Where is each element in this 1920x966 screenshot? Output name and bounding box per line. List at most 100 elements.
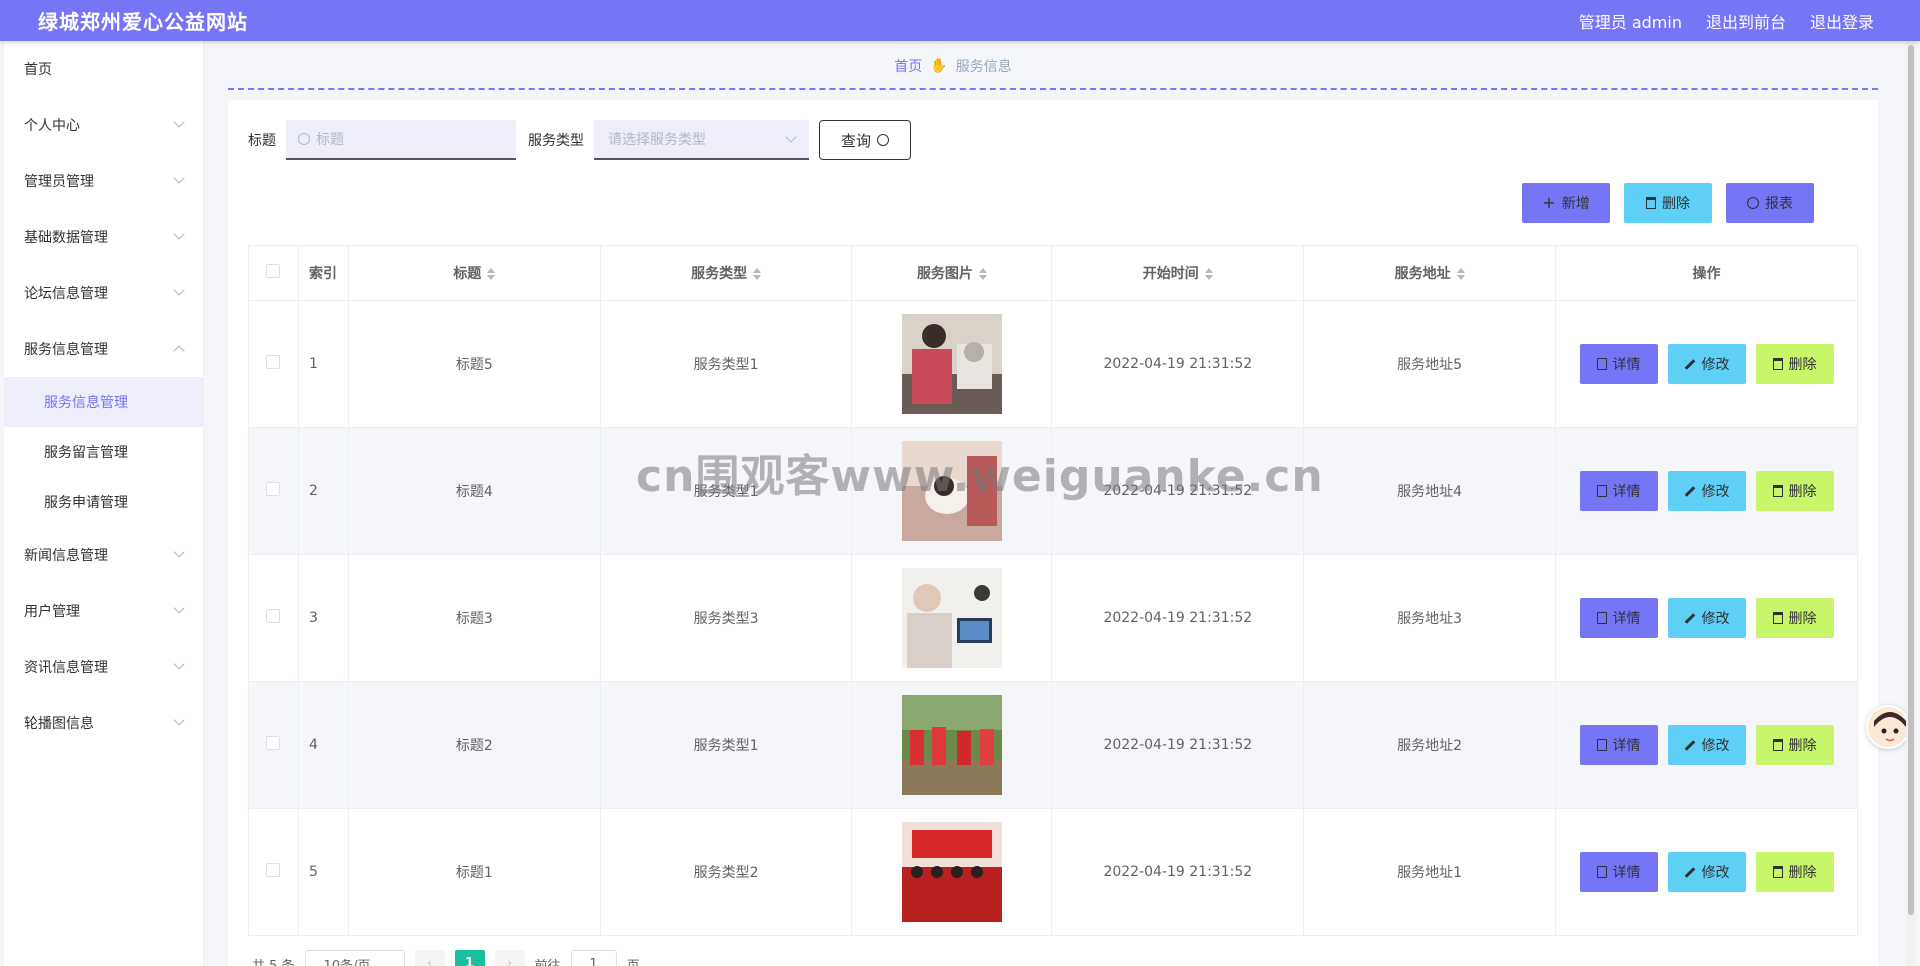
row-title: 标题2 [347,681,601,809]
sidebar-subitem-service-apply[interactable]: 服务申请管理 [4,477,203,527]
trash-icon [1772,358,1783,370]
column-header-title[interactable]: 标题 [347,245,601,301]
column-header-label: 服务类型 [691,266,748,282]
delete-button-label: 删除 [1788,865,1817,881]
edit-button[interactable]: 修改 [1667,598,1746,638]
sidebar-item-basic-data[interactable]: 基础数据管理 [4,209,203,265]
chevron-down-icon [173,228,185,240]
sidebar-item-home[interactable]: 首页 [4,41,203,97]
delete-button[interactable]: 删除 [1755,471,1834,511]
row-address: 服务地址3 [1303,554,1556,682]
edit-button-label: 修改 [1701,611,1730,627]
sidebar-item-service[interactable]: 服务信息管理 [4,321,203,377]
edit-button[interactable]: 修改 [1667,344,1746,384]
row-title: 标题4 [347,427,601,555]
sort-icon[interactable] [753,268,762,280]
sidebar-item-label: 个人中心 [24,118,80,134]
title-filter-label: 标题 [248,133,276,149]
edit-icon [1684,866,1695,878]
scrollbar-thumb[interactable] [1908,45,1914,915]
report-button[interactable]: 报表 [1726,183,1814,223]
row-type: 服务类型2 [599,808,853,936]
document-icon [1596,866,1607,878]
column-header-time[interactable]: 开始时间 [1051,245,1305,301]
row-checkbox[interactable] [266,355,281,369]
page-size-select[interactable]: 10条/页 [304,950,405,966]
row-time: 2022-04-19 21:31:52 [1051,808,1305,936]
sidebar-item-label: 论坛信息管理 [24,286,108,302]
trash-icon [1646,197,1656,209]
row-checkbox[interactable] [266,609,281,623]
sort-icon[interactable] [487,268,496,280]
service-type-select[interactable]: 请选择服务类型 [594,120,809,160]
column-header-type[interactable]: 服务类型 [599,245,853,301]
delete-button[interactable]: 删除 [1755,725,1834,765]
detail-button[interactable]: 详情 [1579,598,1658,638]
sort-icon[interactable] [1204,268,1213,280]
delete-button[interactable]: 删除 [1755,344,1834,384]
edit-button[interactable]: 修改 [1667,471,1746,511]
query-button-label: 查询 [840,131,871,150]
batch-delete-button[interactable]: 删除 [1624,183,1712,223]
row-checkbox[interactable] [266,482,281,496]
select-all-checkbox[interactable] [266,264,281,278]
edit-icon [1684,358,1695,370]
sidebar-item-news[interactable]: 新闻信息管理 [4,527,203,583]
row-index: 3 [297,554,349,682]
column-header-image[interactable]: 服务图片 [851,245,1053,301]
row-checkbox[interactable] [266,736,281,750]
service-photo-computer-help[interactable] [901,568,1002,668]
sidebar-item-label: 资讯信息管理 [24,660,108,676]
pie-chart-icon [1747,197,1759,209]
assistant-avatar[interactable] [1866,705,1910,749]
table-row: 5 标题1 服务类型2 2022-04-19 21:31:52 服务地址1 详情 [248,808,1858,936]
batch-delete-label: 删除 [1662,196,1690,212]
breadcrumb-home[interactable]: 首页 [894,56,922,76]
delete-button[interactable]: 删除 [1755,852,1834,892]
detail-button[interactable]: 详情 [1579,344,1658,384]
edit-icon [1684,612,1695,624]
chevron-down-icon [173,602,185,614]
next-page-button[interactable]: › [494,950,525,966]
sidebar-item-users[interactable]: 用户管理 [4,583,203,639]
service-photo-group-banner[interactable] [901,822,1002,922]
page-scrollbar[interactable] [1906,41,1916,966]
row-checkbox[interactable] [266,863,281,877]
sidebar-item-admin[interactable]: 管理员管理 [4,153,203,209]
title-search-placeholder: 标题 [316,132,344,148]
column-header-address[interactable]: 服务地址 [1303,245,1556,301]
column-header-label: 标题 [453,266,482,282]
goto-page-input[interactable]: 1 [570,950,617,966]
sidebar-item-articles[interactable]: 资讯信息管理 [4,639,203,695]
sidebar-subitem-service-message[interactable]: 服务留言管理 [4,427,203,477]
row-index: 5 [297,808,349,936]
row-title: 标题5 [347,300,601,428]
title-search-input[interactable]: 标题 [286,120,516,160]
page-number-active[interactable]: 1 [454,950,485,966]
column-header-index: 索引 [297,245,349,301]
detail-button[interactable]: 详情 [1579,471,1658,511]
delete-button[interactable]: 删除 [1755,598,1834,638]
sidebar-item-personal[interactable]: 个人中心 [4,97,203,153]
detail-button[interactable]: 详情 [1579,725,1658,765]
logout-link[interactable]: 退出登录 [1810,9,1874,33]
table-row: 2 标题4 服务类型1 2022-04-19 21:31:52 服务地址4 详情… [248,427,1858,555]
detail-button[interactable]: 详情 [1579,852,1658,892]
sidebar-subitem-service-info[interactable]: 服务信息管理 [4,377,203,427]
delete-button-label: 删除 [1788,738,1817,754]
sort-icon[interactable] [1456,268,1465,280]
sidebar-item-carousel[interactable]: 轮播图信息 [4,695,203,751]
prev-page-button[interactable]: ‹ [414,950,445,966]
service-photo-elderly-care[interactable] [901,314,1002,414]
to-front-link[interactable]: 退出到前台 [1706,9,1786,33]
edit-button[interactable]: 修改 [1667,725,1746,765]
edit-button[interactable]: 修改 [1667,852,1746,892]
service-photo-volunteers-outdoor[interactable] [901,695,1002,795]
query-button[interactable]: 查询 [819,120,911,160]
service-photo-pet-care[interactable] [901,441,1002,541]
sidebar-item-forum[interactable]: 论坛信息管理 [4,265,203,321]
sidebar-item-label: 轮播图信息 [24,716,94,732]
add-button[interactable]: + 新增 [1522,183,1610,223]
chevron-down-icon [173,658,185,670]
sort-icon[interactable] [978,268,987,280]
